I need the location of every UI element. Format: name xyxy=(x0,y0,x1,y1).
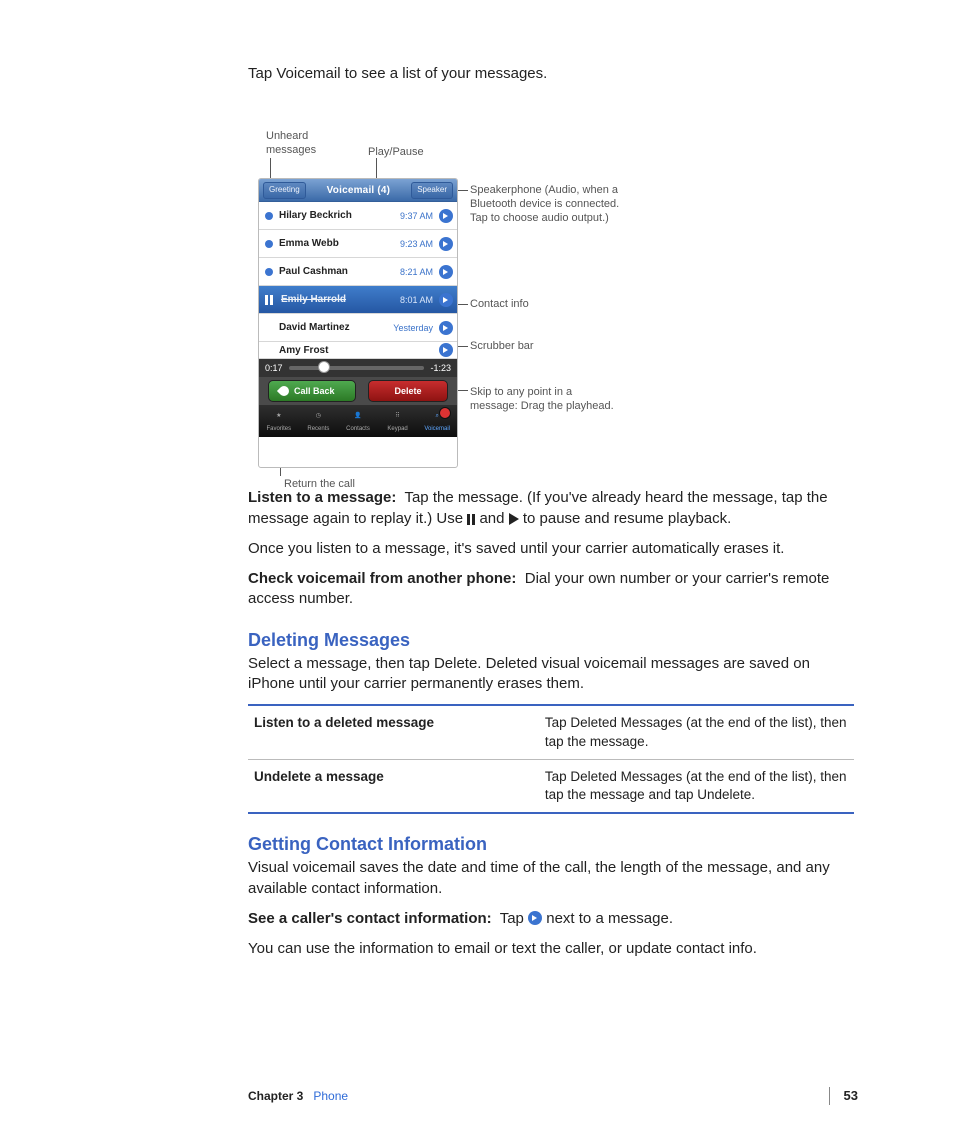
info-icon[interactable] xyxy=(439,343,453,357)
after-paragraph: You can use the information to email or … xyxy=(248,939,854,959)
see-label: See a caller's contact information: xyxy=(248,910,492,927)
phone-mockup: Greeting Voicemail (4) Speaker Hilary Be… xyxy=(258,178,458,468)
unheard-dot-icon xyxy=(265,212,273,220)
voicemail-row[interactable]: Hilary Beckrich 9:37 AM xyxy=(259,202,457,230)
table-row: Listen to a deleted message Tap Deleted … xyxy=(248,705,854,759)
deleting-table: Listen to a deleted message Tap Deleted … xyxy=(248,704,854,814)
person-icon: 👤 xyxy=(351,409,365,423)
anno-return: Return the call xyxy=(284,478,355,492)
tab-keypad[interactable]: ⠿Keypad xyxy=(378,405,418,437)
tab-bar: ★Favorites ◷Recents 👤Contacts ⠿Keypad ⌕V… xyxy=(259,405,457,437)
page-content: Tap Voicemail to see a list of your mess… xyxy=(0,0,954,959)
voicemail-header: Greeting Voicemail (4) Speaker xyxy=(259,179,457,202)
info-icon xyxy=(528,911,542,925)
page-footer: Chapter 3 Phone 53 xyxy=(0,1087,954,1105)
pause-icon xyxy=(265,295,275,305)
footer-section: Phone xyxy=(313,1088,348,1104)
anno-unheard: Unheard messages xyxy=(266,130,336,158)
playhead[interactable] xyxy=(319,362,329,372)
info-icon[interactable] xyxy=(439,265,453,279)
anno-speaker: Speakerphone (Audio, when a Bluetooth de… xyxy=(470,184,630,225)
check-label: Check voicemail from another phone: xyxy=(248,570,516,587)
voicemail-row[interactable]: Emma Webb 9:23 AM xyxy=(259,230,457,258)
unheard-dot-icon xyxy=(265,268,273,276)
scrubber-bar[interactable]: 0:17 -1:23 xyxy=(259,359,457,377)
tab-voicemail[interactable]: ⌕Voicemail xyxy=(417,405,457,437)
voicemail-title: Voicemail (4) xyxy=(327,184,391,198)
play-icon xyxy=(509,513,519,525)
unheard-dot-icon xyxy=(265,240,273,248)
clock-icon: ◷ xyxy=(311,409,325,423)
intro-text: Tap Voicemail to see a list of your mess… xyxy=(248,64,854,84)
delete-button[interactable]: Delete xyxy=(368,380,448,402)
elapsed-time: 0:17 xyxy=(265,362,283,374)
deleting-para: Select a message, then tap Delete. Delet… xyxy=(248,654,854,695)
scrubber-track[interactable] xyxy=(289,366,425,370)
saved-paragraph: Once you listen to a message, it's saved… xyxy=(248,539,854,559)
anno-scrubber: Scrubber bar xyxy=(470,340,534,354)
see-paragraph: See a caller's contact information: Tap … xyxy=(248,909,854,929)
check-paragraph: Check voicemail from another phone: Dial… xyxy=(248,569,854,610)
voicemail-row[interactable]: Amy Frost xyxy=(259,342,457,359)
table-row: Undelete a message Tap Deleted Messages … xyxy=(248,759,854,813)
heading-deleting: Deleting Messages xyxy=(248,628,854,652)
remaining-time: -1:23 xyxy=(430,362,451,374)
footer-chapter: Chapter 3 xyxy=(248,1088,303,1104)
tab-contacts[interactable]: 👤Contacts xyxy=(338,405,378,437)
info-icon[interactable] xyxy=(439,237,453,251)
greeting-button[interactable]: Greeting xyxy=(263,182,306,199)
annotated-screenshot: Unheard messages Play/Pause Speakerphone… xyxy=(248,100,888,470)
info-icon[interactable] xyxy=(439,209,453,223)
anno-skip: Skip to any point in a message: Drag the… xyxy=(470,386,620,414)
footer-page: 53 xyxy=(829,1087,858,1105)
anno-contact: Contact info xyxy=(470,298,529,312)
info-icon[interactable] xyxy=(439,321,453,335)
contact-para: Visual voicemail saves the date and time… xyxy=(248,858,854,899)
voicemail-row-playing[interactable]: Emily Harrold 8:01 AM xyxy=(259,286,457,314)
callback-button[interactable]: Call Back xyxy=(268,380,356,402)
action-row: Call Back Delete xyxy=(259,377,457,405)
pause-icon xyxy=(467,514,475,525)
tab-recents[interactable]: ◷Recents xyxy=(299,405,339,437)
keypad-icon: ⠿ xyxy=(391,409,405,423)
voicemail-row[interactable]: David Martinez Yesterday xyxy=(259,314,457,342)
info-icon[interactable] xyxy=(439,293,453,307)
heading-contact: Getting Contact Information xyxy=(248,832,854,856)
star-icon: ★ xyxy=(272,409,286,423)
speaker-button[interactable]: Speaker xyxy=(411,182,453,199)
voicemail-row[interactable]: Paul Cashman 8:21 AM xyxy=(259,258,457,286)
listen-paragraph: Listen to a message: Tap the message. (I… xyxy=(248,488,854,529)
tab-favorites[interactable]: ★Favorites xyxy=(259,405,299,437)
